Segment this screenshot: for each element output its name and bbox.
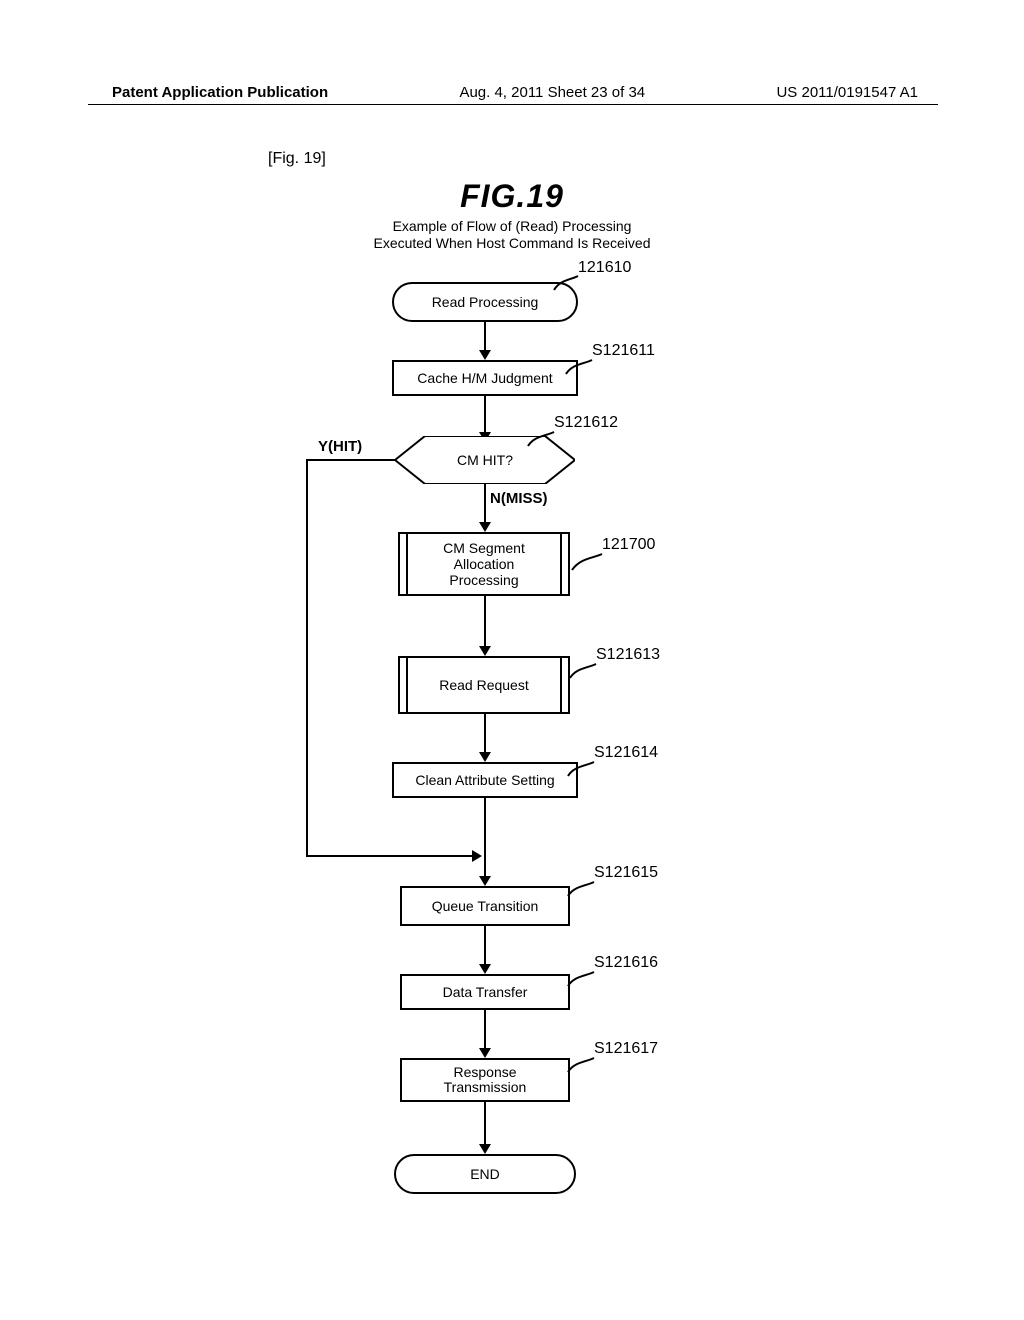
figure-subtitle-line1: Example of Flow of (Read) Processing: [0, 218, 1024, 235]
subroutine-read-request: Read Request: [398, 656, 570, 714]
arrow: [484, 714, 486, 754]
ref-sub2: S121613: [596, 646, 660, 664]
process-data-transfer-label: Data Transfer: [443, 984, 528, 1000]
arrow: [484, 596, 486, 648]
sub-stripe: [406, 532, 408, 596]
leader-s7: [566, 1056, 598, 1074]
sub1-line3: Processing: [443, 572, 525, 588]
arrow: [484, 926, 486, 966]
page: Patent Application Publication Aug. 4, 2…: [0, 0, 1024, 1320]
process-clean-attribute-label: Clean Attribute Setting: [415, 772, 554, 788]
arrow-head-icon: [479, 964, 491, 974]
leader-sub2: [568, 662, 600, 680]
end-terminator: END: [394, 1154, 576, 1194]
process-response-label: Response Transmission: [444, 1065, 527, 1096]
sub1-line2: Allocation: [443, 556, 525, 572]
process-queue-transition-label: Queue Transition: [432, 898, 539, 914]
ref-s1: S121611: [592, 342, 655, 360]
connector: [306, 855, 474, 857]
sub-stripe: [406, 656, 408, 714]
process-clean-attribute: Clean Attribute Setting: [392, 762, 578, 798]
connector: [306, 459, 396, 461]
subroutine-cm-segment-allocation: CM Segment Allocation Processing: [398, 532, 570, 596]
process-cache-judgment-label: Cache H/M Judgment: [417, 370, 552, 386]
sub-stripe: [560, 532, 562, 596]
arrow: [484, 1102, 486, 1146]
figure-bracket-label: [Fig. 19]: [268, 150, 326, 168]
subroutine-read-request-label: Read Request: [439, 677, 529, 693]
figure-subtitle-line2: Executed When Host Command Is Received: [0, 235, 1024, 252]
arrow-head-icon: [479, 646, 491, 656]
arrow-head-icon: [479, 1048, 491, 1058]
arrow-head-icon: [479, 752, 491, 762]
arrow: [484, 798, 486, 878]
arrow-head-icon: [479, 1144, 491, 1154]
connector: [306, 459, 308, 856]
leader-start: [552, 274, 582, 292]
ref-s5: S121615: [594, 864, 658, 882]
page-header: Patent Application Publication Aug. 4, 2…: [0, 84, 1024, 101]
branch-no-label: N(MISS): [490, 490, 548, 507]
ref-s7: S121617: [594, 1040, 658, 1058]
arrow: [484, 322, 486, 352]
subroutine-label: CM Segment Allocation Processing: [443, 540, 525, 588]
leader-sub1: [570, 552, 606, 572]
start-terminator: Read Processing: [392, 282, 578, 322]
ref-s4: S121614: [594, 744, 658, 762]
start-label: Read Processing: [432, 294, 539, 310]
ref-dec: S121612: [554, 414, 618, 432]
header-left: Patent Application Publication: [112, 84, 328, 101]
leader-s5: [566, 880, 598, 898]
header-mid: Aug. 4, 2011 Sheet 23 of 34: [459, 84, 645, 101]
leader-dec: [526, 430, 558, 448]
ref-sub1: 121700: [602, 536, 655, 554]
arrow-head-icon: [472, 850, 482, 862]
process-queue-transition: Queue Transition: [400, 886, 570, 926]
header-right: US 2011/0191547 A1: [776, 84, 918, 101]
sub-stripe: [560, 656, 562, 714]
process-cache-judgment: Cache H/M Judgment: [392, 360, 578, 396]
figure-title: FIG.19: [0, 178, 1024, 215]
arrow-head-icon: [479, 876, 491, 886]
arrow: [484, 396, 486, 434]
figure-subtitle: Example of Flow of (Read) Processing Exe…: [0, 218, 1024, 252]
arrow-head-icon: [479, 350, 491, 360]
header-rule: [88, 104, 938, 105]
s7-line1: Response: [444, 1065, 527, 1080]
ref-s6: S121616: [594, 954, 658, 972]
arrow: [484, 484, 486, 524]
ref-start: 121610: [578, 259, 631, 277]
leader-s4: [566, 760, 598, 778]
branch-yes-label: Y(HIT): [318, 438, 362, 455]
process-response-transmission: Response Transmission: [400, 1058, 570, 1102]
decision-cm-hit-label: CM HIT?: [457, 452, 513, 468]
sub1-line1: CM Segment: [443, 540, 525, 556]
arrow-head-icon: [479, 522, 491, 532]
leader-s6: [566, 970, 598, 988]
s7-line2: Transmission: [444, 1080, 527, 1095]
process-data-transfer: Data Transfer: [400, 974, 570, 1010]
end-label: END: [470, 1166, 500, 1182]
arrow: [484, 1010, 486, 1050]
leader-s1: [564, 358, 596, 376]
